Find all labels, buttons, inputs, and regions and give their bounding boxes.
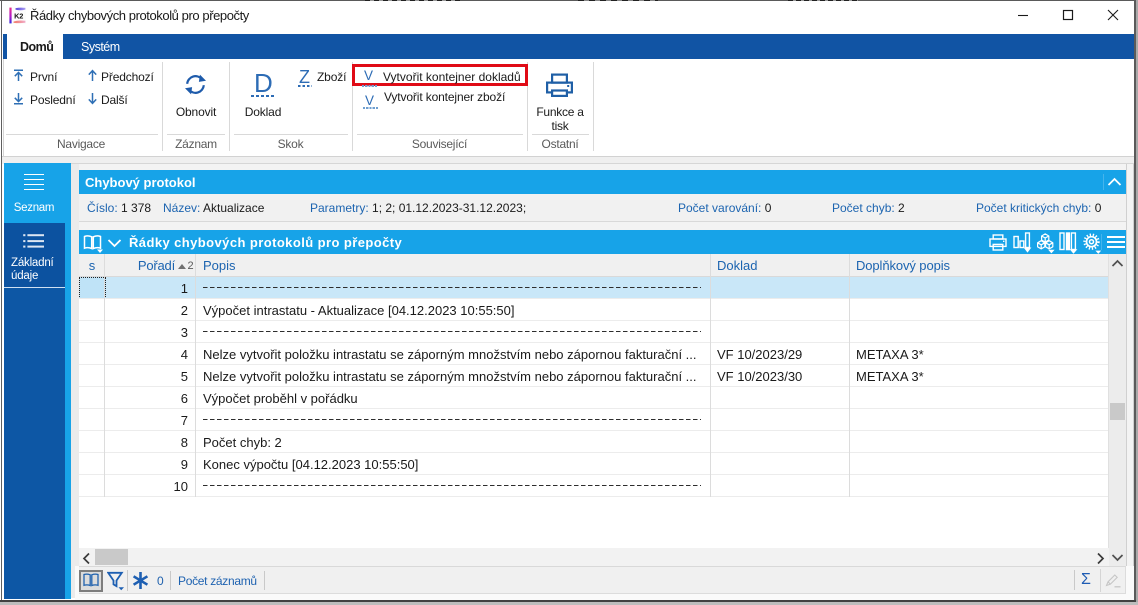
svg-text:K2: K2 [14,11,23,20]
